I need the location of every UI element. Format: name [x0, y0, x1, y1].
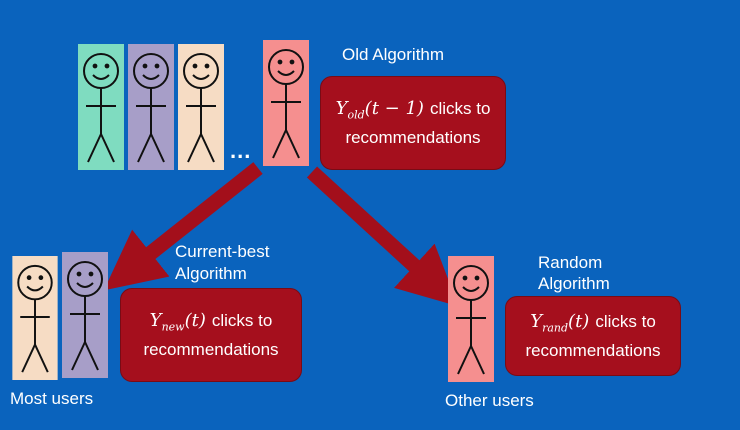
arrow-to-random: [306, 166, 459, 307]
old-metric-text: clicks to: [429, 98, 491, 118]
current-algorithm-box: Ynew(t) clicks to recommendations: [120, 288, 302, 382]
user-card-peach-left: [12, 256, 58, 380]
random-metric-text: clicks to: [595, 311, 656, 331]
current-metric-text: clicks to: [211, 310, 273, 330]
user-card-teal: [78, 44, 124, 170]
old-algorithm-label: Old Algorithm: [342, 45, 445, 64]
user-card-lavender: [128, 44, 174, 170]
random-metric: Yrand(t): [530, 310, 590, 335]
old-metric: Yold(t − 1): [335, 97, 424, 122]
random-algorithm-label-line1: Random: [538, 253, 603, 272]
other-users-caption: Other users: [445, 391, 534, 410]
ellipsis: ...: [230, 138, 252, 163]
user-card-pink-right: [448, 256, 494, 382]
current-metric: Ynew(t): [149, 309, 206, 334]
current-metric-line2: recommendations: [143, 340, 279, 360]
user-card-lavender-left: [62, 252, 108, 378]
current-algorithm-label-line2: Algorithm: [175, 264, 247, 283]
user-card-peach: [178, 44, 224, 170]
user-card-pink: [263, 40, 309, 166]
current-algorithm-label-line1: Current-best: [175, 242, 270, 261]
old-metric-line2: recommendations: [345, 128, 481, 148]
random-metric-line2: recommendations: [525, 341, 661, 361]
old-algorithm-box: Yold(t − 1) clicks to recommendations: [320, 76, 506, 170]
diagram: ... Old Algorithm Yold(t − 1) clicks to …: [0, 0, 740, 430]
most-users-caption: Most users: [10, 389, 94, 408]
random-algorithm-box: Yrand(t) clicks to recommendations: [505, 296, 681, 376]
random-algorithm-label-line2: Algorithm: [538, 274, 610, 293]
